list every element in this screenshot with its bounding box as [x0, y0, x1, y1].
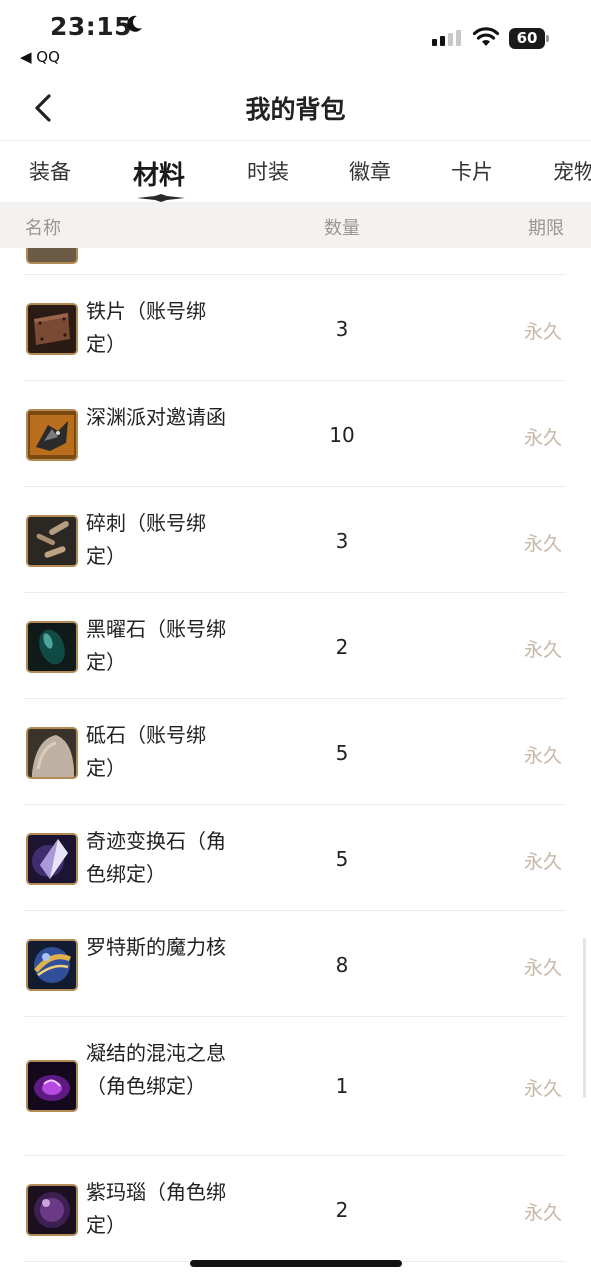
- tab-badges[interactable]: 徽章: [349, 156, 391, 186]
- miracle-stone-icon: [26, 833, 78, 885]
- list-item[interactable]: 砥石（账号绑定） 5 永久: [24, 699, 566, 805]
- tab-equipment[interactable]: 装备: [29, 156, 71, 186]
- column-header: 名称 数量 期限: [0, 202, 591, 248]
- magic-core-icon: [26, 939, 78, 991]
- item-name: 砥石（账号绑定）: [86, 723, 206, 780]
- item-quantity: 5: [335, 741, 349, 765]
- active-tab-indicator: [137, 194, 185, 202]
- home-indicator[interactable]: [190, 1260, 402, 1267]
- item-expiry: 永久: [524, 1078, 563, 1100]
- item-expiry: 永久: [524, 533, 563, 555]
- item-quantity: 3: [335, 317, 349, 341]
- item-name: 紫玛瑙（角色绑定）: [86, 1180, 226, 1237]
- item-quantity: 8: [335, 953, 349, 977]
- item-quantity: 2: [335, 1198, 349, 1222]
- column-quantity-label: 数量: [324, 218, 360, 239]
- item-expiry: 永久: [524, 957, 563, 979]
- list-item[interactable]: 碎刺（账号绑定） 3 永久: [24, 487, 566, 593]
- item-name: 铁片（账号绑定）: [86, 299, 206, 356]
- tab-fashion[interactable]: 时装: [247, 156, 289, 186]
- item-expiry: 永久: [524, 427, 563, 449]
- tab-cards[interactable]: 卡片: [451, 156, 493, 186]
- item-name: 深渊派对邀请函: [86, 405, 226, 429]
- whetstone-icon: [26, 727, 78, 779]
- category-tabs: 装备 材料 时装 徽章 卡片 宠物: [0, 140, 591, 202]
- wifi-icon: [472, 27, 500, 46]
- tab-pets[interactable]: 宠物: [553, 156, 591, 186]
- list-item[interactable]: 黑曜石（账号绑定） 2 永久: [24, 593, 566, 699]
- broken-thorn-icon: [26, 515, 78, 567]
- item-quantity: 5: [335, 847, 349, 871]
- tab-materials[interactable]: 材料: [133, 155, 185, 192]
- status-time: 23:15: [50, 12, 133, 41]
- list-item-partial: [24, 248, 566, 275]
- item-expiry: 永久: [524, 321, 563, 343]
- item-expiry: 永久: [524, 639, 563, 661]
- list-item[interactable]: 凝结的混沌之息（角色绑定） 1 永久: [24, 1017, 566, 1156]
- item-expiry: 永久: [524, 851, 563, 873]
- item-quantity: 2: [335, 635, 349, 659]
- page-title: 我的背包: [245, 95, 346, 124]
- back-to-app-link[interactable]: ◀ QQ: [20, 48, 60, 66]
- item-name: 黑曜石（账号绑定）: [86, 617, 226, 674]
- list-item[interactable]: 罗特斯的魔力核 8 永久: [24, 911, 566, 1017]
- item-list[interactable]: 铁片（账号绑定） 3 永久 深渊派对邀请函 10 永久 碎刺（账号绑定） 3 永…: [0, 248, 591, 1280]
- abyss-invitation-icon: [26, 409, 78, 461]
- list-item[interactable]: 深渊派对邀请函 10 永久: [24, 381, 566, 487]
- list-item[interactable]: 紫玛瑙（角色绑定） 2 永久: [24, 1156, 566, 1262]
- item-expiry: 永久: [524, 745, 563, 767]
- column-name-label: 名称: [25, 218, 61, 239]
- status-bar: 23:15 ◀ QQ 60: [0, 0, 591, 80]
- battery-level: 60: [509, 28, 545, 49]
- list-item[interactable]: 铁片（账号绑定） 3 永久: [24, 275, 566, 381]
- item-quantity: 1: [335, 1074, 349, 1098]
- signal-icon: [432, 30, 461, 46]
- item-name: 奇迹变换石（角色绑定）: [86, 829, 226, 886]
- chaos-breath-icon: [26, 1060, 78, 1112]
- item-name: 碎刺（账号绑定）: [86, 511, 206, 568]
- list-item[interactable]: 奇迹变换石（角色绑定） 5 永久: [24, 805, 566, 911]
- battery-icon: 60: [509, 28, 549, 49]
- item-quantity: 10: [329, 423, 355, 447]
- nav-header: 我的背包: [0, 80, 591, 141]
- iron-plate-icon: [26, 303, 78, 355]
- column-expiry-label: 期限: [528, 218, 564, 239]
- obsidian-icon: [26, 621, 78, 673]
- scrollbar[interactable]: [583, 938, 586, 1098]
- item-name: 凝结的混沌之息（角色绑定）: [86, 1041, 226, 1098]
- item-expiry: 永久: [524, 1202, 563, 1224]
- item-quantity: 3: [335, 529, 349, 553]
- item-name: 罗特斯的魔力核: [86, 935, 226, 959]
- moon-icon: [127, 15, 142, 32]
- item-icon: [26, 248, 78, 264]
- purple-agate-icon: [26, 1184, 78, 1236]
